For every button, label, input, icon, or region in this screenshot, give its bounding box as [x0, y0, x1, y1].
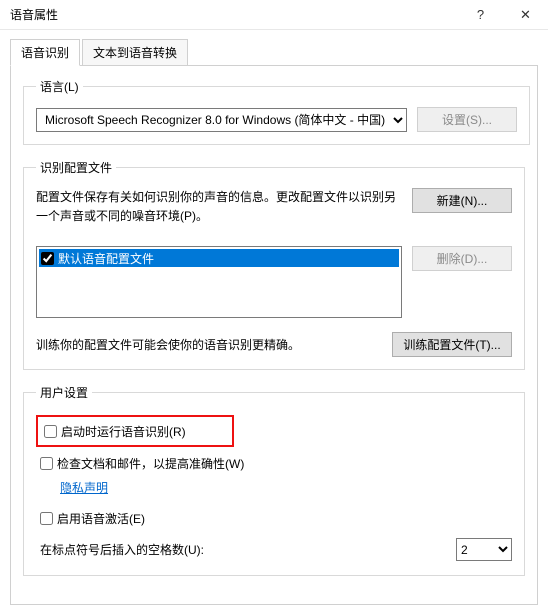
tab-strip: 语音识别 文本到语音转换	[10, 39, 538, 66]
tab-speech-recognition[interactable]: 语音识别	[10, 39, 80, 66]
language-settings-button: 设置(S)...	[417, 107, 517, 132]
new-profile-button[interactable]: 新建(N)...	[412, 188, 512, 213]
user-settings-group: 用户设置 启动时运行语音识别(R) 检查文档和邮件，以提高准确性(W) 隐私声明…	[23, 384, 525, 576]
voice-activation-row[interactable]: 启用语音激活(E)	[40, 508, 512, 528]
language-legend: 语言(L)	[36, 78, 83, 95]
review-docs-label: 检查文档和邮件，以提高准确性(W)	[57, 455, 244, 472]
tab-text-to-speech[interactable]: 文本到语音转换	[82, 39, 188, 66]
profiles-group: 识别配置文件 配置文件保存有关如何识别你的声音的信息。更改配置文件以识别另一个声…	[23, 159, 525, 370]
profiles-description: 配置文件保存有关如何识别你的声音的信息。更改配置文件以识别另一个声音或不同的噪音…	[36, 188, 402, 226]
dialog-content: 语音识别 文本到语音转换 语言(L) Microsoft Speech Reco…	[0, 30, 548, 605]
tab-panel: 语言(L) Microsoft Speech Recognizer 8.0 fo…	[10, 65, 538, 605]
spaces-after-punct-dropdown[interactable]: 2	[456, 538, 512, 561]
spaces-after-punct-row: 在标点符号后插入的空格数(U): 2	[40, 538, 512, 561]
profile-checkbox[interactable]	[41, 252, 54, 265]
profiles-legend: 识别配置文件	[36, 159, 116, 176]
profile-item-label: 默认语音配置文件	[58, 250, 154, 267]
privacy-statement-link[interactable]: 隐私声明	[60, 479, 108, 496]
train-profile-button[interactable]: 训练配置文件(T)...	[392, 332, 512, 357]
delete-profile-button: 删除(D)...	[412, 246, 512, 271]
window-title: 语音属性	[10, 6, 458, 23]
profiles-listbox[interactable]: 默认语音配置文件	[36, 246, 402, 318]
review-docs-row[interactable]: 检查文档和邮件，以提高准确性(W)	[40, 453, 512, 473]
voice-activation-checkbox[interactable]	[40, 512, 53, 525]
run-at-startup-label: 启动时运行语音识别(R)	[61, 423, 186, 440]
highlight-annotation: 启动时运行语音识别(R)	[36, 415, 234, 447]
spaces-after-punct-label: 在标点符号后插入的空格数(U):	[40, 541, 446, 558]
language-group: 语言(L) Microsoft Speech Recognizer 8.0 fo…	[23, 78, 530, 145]
run-at-startup-checkbox[interactable]	[44, 425, 57, 438]
voice-activation-label: 启用语音激活(E)	[57, 510, 145, 527]
close-button[interactable]: ✕	[503, 0, 548, 30]
train-description: 训练你的配置文件可能会使你的语音识别更精确。	[36, 336, 382, 353]
user-settings-legend: 用户设置	[36, 384, 92, 401]
language-dropdown[interactable]: Microsoft Speech Recognizer 8.0 for Wind…	[36, 108, 407, 132]
titlebar: 语音属性 ? ✕	[0, 0, 548, 30]
profile-item[interactable]: 默认语音配置文件	[39, 249, 399, 267]
help-button[interactable]: ?	[458, 0, 503, 30]
review-docs-checkbox[interactable]	[40, 457, 53, 470]
run-at-startup-row[interactable]: 启动时运行语音识别(R)	[44, 421, 226, 441]
